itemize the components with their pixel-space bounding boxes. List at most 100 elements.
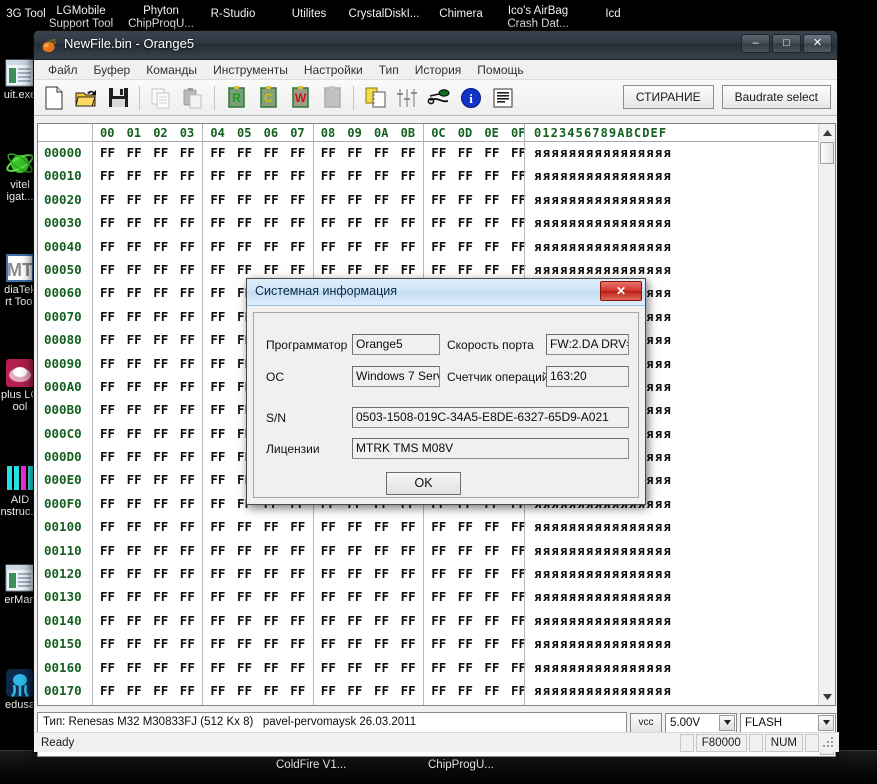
hex-byte[interactable]: FF (127, 519, 142, 534)
hex-byte[interactable]: FF (180, 449, 195, 464)
hex-byte[interactable]: FF (458, 636, 473, 651)
desktop-app-label-1[interactable]: LGMobile Support Tool (38, 5, 124, 31)
hex-byte[interactable]: FF (127, 356, 142, 371)
hex-byte[interactable]: FF (290, 192, 305, 207)
hex-ascii[interactable]: яяяяяяяяяяяяяяяя (534, 519, 672, 534)
hex-byte[interactable]: FF (127, 449, 142, 464)
hex-byte[interactable]: FF (401, 215, 416, 230)
hex-byte[interactable]: FF (180, 683, 195, 698)
hex-byte[interactable]: FF (180, 613, 195, 628)
hex-byte[interactable]: FF (153, 589, 168, 604)
hex-byte[interactable]: FF (431, 239, 446, 254)
hex-byte[interactable]: FF (127, 239, 142, 254)
hex-byte[interactable]: FF (210, 332, 225, 347)
read-chip-icon[interactable]: R (221, 83, 251, 113)
hex-byte[interactable]: FF (210, 262, 225, 277)
hex-byte[interactable]: FF (321, 239, 336, 254)
compare-chip-icon[interactable]: C (253, 83, 283, 113)
hex-byte[interactable]: FF (264, 239, 279, 254)
hex-byte[interactable]: FF (264, 168, 279, 183)
hex-byte[interactable]: FF (127, 285, 142, 300)
hex-byte[interactable]: FF (321, 566, 336, 581)
hex-byte[interactable]: FF (484, 636, 499, 651)
hex-byte[interactable]: FF (347, 543, 362, 558)
hex-byte[interactable]: FF (374, 660, 389, 675)
hex-byte[interactable]: FF (237, 613, 252, 628)
hex-byte[interactable]: FF (431, 613, 446, 628)
hex-byte[interactable]: FF (210, 519, 225, 534)
options-wrench-icon[interactable] (424, 83, 454, 113)
hex-byte[interactable]: FF (127, 309, 142, 324)
hex-byte[interactable]: FF (321, 145, 336, 160)
hex-row[interactable]: 00160FFFFFFFFFFFFFFFFFFFFFFFFFFFFFFFFяяя… (38, 657, 818, 680)
hex-row[interactable]: 00020FFFFFFFFFFFFFFFFFFFFFFFFFFFFFFFFяяя… (38, 189, 818, 212)
hex-byte[interactable]: FF (290, 566, 305, 581)
hex-byte[interactable]: FF (127, 636, 142, 651)
hex-byte[interactable]: FF (180, 636, 195, 651)
hex-byte[interactable]: FF (458, 215, 473, 230)
hex-byte[interactable]: FF (180, 660, 195, 675)
hex-byte[interactable]: FF (484, 262, 499, 277)
hex-byte[interactable]: FF (237, 262, 252, 277)
hex-ascii[interactable]: яяяяяяяяяяяяяяяя (534, 660, 672, 675)
hex-byte[interactable]: FF (401, 192, 416, 207)
menu-item-2[interactable]: Команды (138, 61, 205, 79)
hex-byte[interactable]: FF (401, 589, 416, 604)
hex-byte[interactable]: FF (180, 192, 195, 207)
hex-byte[interactable]: FF (127, 332, 142, 347)
hex-byte[interactable]: FF (210, 379, 225, 394)
hex-byte[interactable]: FF (180, 356, 195, 371)
memory-mode-select[interactable]: FLASH (740, 713, 836, 733)
hex-byte[interactable]: FF (347, 262, 362, 277)
hex-byte[interactable]: FF (180, 402, 195, 417)
hex-ascii[interactable]: яяяяяяяяяяяяяяяя (534, 683, 672, 698)
settings-sliders-icon[interactable] (392, 83, 422, 113)
hex-byte[interactable]: FF (290, 613, 305, 628)
hex-byte[interactable]: FF (484, 589, 499, 604)
hex-byte[interactable]: FF (100, 519, 115, 534)
menu-item-4[interactable]: Настройки (296, 61, 371, 79)
hex-byte[interactable]: FF (347, 239, 362, 254)
hex-byte[interactable]: FF (458, 168, 473, 183)
hex-byte[interactable]: FF (100, 566, 115, 581)
dialog-close-button[interactable]: ✕ (600, 281, 642, 301)
hex-byte[interactable]: FF (100, 683, 115, 698)
hex-byte[interactable]: FF (153, 262, 168, 277)
hex-byte[interactable]: FF (321, 519, 336, 534)
hex-byte[interactable]: FF (153, 519, 168, 534)
hex-byte[interactable]: FF (210, 168, 225, 183)
desktop-app-label-4[interactable]: Utilites (282, 8, 336, 21)
hex-byte[interactable]: FF (153, 496, 168, 511)
hex-byte[interactable]: FF (347, 168, 362, 183)
hex-byte[interactable]: FF (431, 519, 446, 534)
hex-byte[interactable]: FF (484, 519, 499, 534)
hex-byte[interactable]: FF (153, 168, 168, 183)
hex-byte[interactable]: FF (127, 589, 142, 604)
hex-byte[interactable]: FF (210, 402, 225, 417)
hex-byte[interactable]: FF (401, 660, 416, 675)
hex-ascii[interactable]: яяяяяяяяяяяяяяяя (534, 543, 672, 558)
hex-byte[interactable]: FF (100, 426, 115, 441)
hex-byte[interactable]: FF (347, 636, 362, 651)
minimize-button[interactable]: – (741, 34, 770, 53)
hex-byte[interactable]: FF (264, 192, 279, 207)
hex-byte[interactable]: FF (431, 543, 446, 558)
hex-byte[interactable]: FF (153, 332, 168, 347)
chevron-down-icon[interactable] (818, 715, 834, 731)
hex-byte[interactable]: FF (290, 660, 305, 675)
hex-byte[interactable]: FF (374, 613, 389, 628)
hex-byte[interactable]: FF (210, 449, 225, 464)
hex-byte[interactable]: FF (458, 683, 473, 698)
hex-byte[interactable]: FF (100, 543, 115, 558)
hex-byte[interactable]: FF (458, 262, 473, 277)
menu-item-0[interactable]: Файл (40, 61, 86, 79)
hex-byte[interactable]: FF (264, 613, 279, 628)
hex-byte[interactable]: FF (401, 636, 416, 651)
hex-byte[interactable]: FF (100, 613, 115, 628)
hex-byte[interactable]: FF (321, 613, 336, 628)
hex-row[interactable]: 00140FFFFFFFFFFFFFFFFFFFFFFFFFFFFFFFFяяя… (38, 610, 818, 633)
hex-byte[interactable]: FF (374, 683, 389, 698)
hex-byte[interactable]: FF (347, 192, 362, 207)
hex-byte[interactable]: FF (153, 402, 168, 417)
menu-item-7[interactable]: Помощь (469, 61, 531, 79)
